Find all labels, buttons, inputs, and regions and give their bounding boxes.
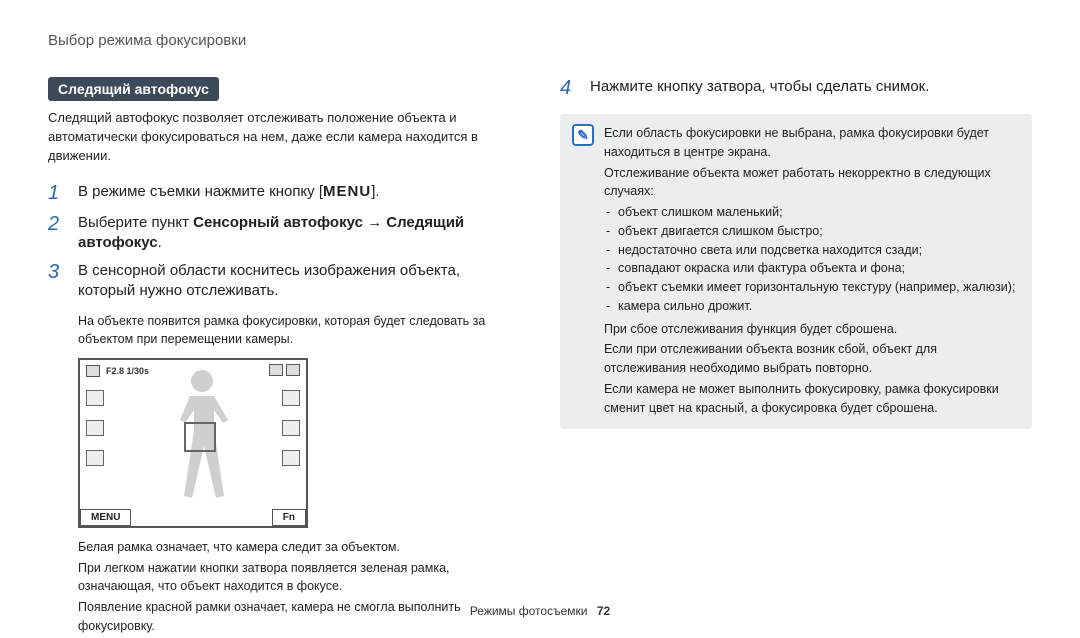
step-3: 3 В сенсорной области коснитесь изображе… [48,261,520,302]
info-li: объект двигается слишком быстро; [604,222,1020,241]
focus-mode-icon [86,450,104,466]
step-2-bold-1: Сенсорный автофокус [193,214,363,231]
camera-menu-button: MENU [80,509,131,526]
camera-mode-icon [86,365,100,377]
page-footer: Режимы фотосъемки 72 [0,604,1080,618]
manual-page: Выбор режима фокусировки Следящий автофо… [0,0,1080,630]
frame-color-notes: Белая рамка означает, что камера следит … [78,538,520,636]
info-li: объект съемки имеет горизонтальную текст… [604,278,1020,297]
step-text: В режиме съемки нажмите кнопку [MENU]. [78,182,380,205]
step-1-text-a: В режиме съемки нажмите кнопку [ [78,183,323,200]
footer-section: Режимы фотосъемки [470,604,588,618]
step-1: 1 В режиме съемки нажмите кнопку [MENU]. [48,182,520,205]
step-2-text-c: . [158,234,162,251]
menu-button-label: MENU [323,183,371,200]
flash-off-icon [86,390,104,406]
camera-right-icons [282,390,300,466]
step-2-arrow: → [363,214,386,231]
sd-card-icon [269,364,283,376]
right-column: 4 Нажмите кнопку затвора, чтобы сделать … [560,77,1032,638]
info-content: Если область фокусировки не выбрана, рам… [604,124,1020,419]
note-green-frame: При легком нажатии кнопки затвора появля… [78,559,520,597]
info-box: ✎ Если область фокусировки не выбрана, р… [560,114,1032,429]
step-3-subnote: На объекте появится рамка фокусировки, к… [78,312,520,348]
page-title: Выбор режима фокусировки [48,32,1032,49]
step-text: Выберите пункт Сенсорный автофокус → Сле… [78,213,520,254]
step-2: 2 Выберите пункт Сенсорный автофокус → С… [48,213,520,254]
section-intro: Следящий автофокус позволяет отслеживать… [48,109,520,166]
info-li: недостаточно света или подсветка находит… [604,241,1020,260]
step-1-text-b: ]. [371,183,379,200]
camera-exposure: F2.8 1/30s [106,366,149,376]
step-text: В сенсорной области коснитесь изображени… [78,261,520,302]
info-p3: При сбое отслеживания функция будет сбро… [604,320,1020,339]
camera-button-row: MENU Fn [80,509,306,526]
step-number: 3 [48,261,66,302]
step-number: 1 [48,182,66,205]
focus-frame [184,422,216,452]
step-number: 2 [48,213,66,254]
section-badge: Следящий автофокус [48,77,219,101]
step-2-text-a: Выберите пункт [78,214,193,231]
step-number: 4 [560,77,578,100]
camera-fn-button: Fn [272,509,306,526]
step-text: Нажмите кнопку затвора, чтобы сделать сн… [590,77,929,100]
timer-icon [86,420,104,436]
note-white-frame: Белая рамка означает, что камера следит … [78,538,520,557]
two-column-layout: Следящий автофокус Следящий автофокус по… [48,77,1032,638]
battery-icon [286,364,300,376]
steps-list: 1 В режиме съемки нажмите кнопку [MENU].… [48,182,520,302]
wb-icon [282,390,300,406]
step-4: 4 Нажмите кнопку затвора, чтобы сделать … [560,77,1032,100]
info-icon: ✎ [572,124,594,146]
info-bullet-list: объект слишком маленький; объект двигает… [604,203,1020,316]
camera-left-icons [86,390,104,466]
page-number: 72 [597,604,610,618]
camera-screenshot: F2.8 1/30s [78,358,308,528]
left-column: Следящий автофокус Следящий автофокус по… [48,77,520,638]
info-p4: Если при отслеживании объекта возник сбо… [604,340,1020,378]
iso-icon [282,420,300,436]
info-p5: Если камера не может выполнить фокусиров… [604,380,1020,418]
info-p2: Отслеживание объекта может работать неко… [604,164,1020,202]
stabilizer-icon [282,450,300,466]
info-p1: Если область фокусировки не выбрана, рам… [604,124,1020,162]
info-li: объект слишком маленький; [604,203,1020,222]
info-li: камера сильно дрожит. [604,297,1020,316]
info-li: совпадают окраска или фактура объекта и … [604,259,1020,278]
